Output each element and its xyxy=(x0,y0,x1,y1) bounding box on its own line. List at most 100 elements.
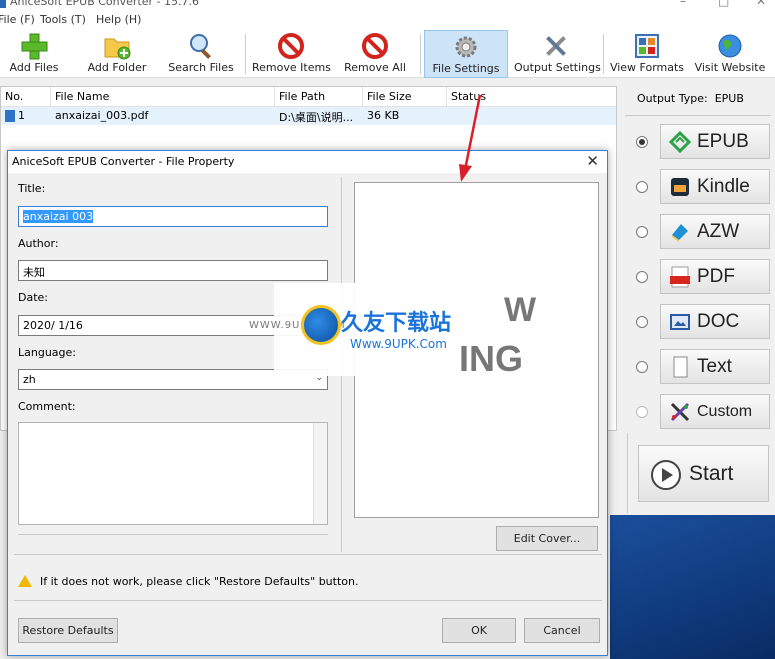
output-settings-button[interactable]: Output Settings xyxy=(514,30,601,78)
menu-tools[interactable]: Tools (T) xyxy=(40,13,86,26)
radio-kindle[interactable] xyxy=(636,181,648,193)
table-row[interactable]: 1 anxaizai_003.pdf D:\桌面\说明... 36 KB xyxy=(1,107,616,125)
restore-defaults-button[interactable]: Restore Defaults xyxy=(18,618,118,643)
warning-icon xyxy=(18,575,32,587)
column-header-file-size[interactable]: File Size xyxy=(363,87,447,107)
formats-icon xyxy=(635,34,659,58)
format-epub-label: EPUB xyxy=(697,131,749,152)
format-kindle-label: Kindle xyxy=(697,176,750,197)
date-label: Date: xyxy=(18,291,48,304)
search-icon xyxy=(190,34,211,59)
comment-scrollbar[interactable] xyxy=(313,423,327,524)
add-icon xyxy=(21,33,48,60)
remove-items-button[interactable]: Remove Items xyxy=(252,30,331,78)
menu-file[interactable]: File (F) xyxy=(0,13,35,26)
add-files-label: Add Files xyxy=(9,61,59,74)
visit-website-button[interactable]: Visit Website xyxy=(692,30,768,78)
column-header-no[interactable]: No. xyxy=(1,87,51,107)
title-bar: AniceSoft EPUB Converter - 15.7.6 – □ ✕ xyxy=(0,0,775,12)
divider xyxy=(14,554,602,555)
minimize-icon[interactable]: – xyxy=(680,0,686,8)
settings-icon xyxy=(455,36,477,58)
language-label: Language: xyxy=(18,346,76,359)
comment-textarea[interactable] xyxy=(18,422,328,525)
file-property-dialog: AniceSoft EPUB Converter - File Property… xyxy=(7,150,608,656)
ok-button[interactable]: OK xyxy=(442,618,516,643)
file-icon xyxy=(5,110,15,122)
kindle-icon xyxy=(671,178,689,196)
desktop-background xyxy=(610,515,775,659)
maximize-icon[interactable]: □ xyxy=(718,0,729,8)
dialog-title-bar: AniceSoft EPUB Converter - File Property… xyxy=(8,151,607,173)
format-epub-button[interactable]: EPUB xyxy=(660,124,770,159)
radio-doc[interactable] xyxy=(636,316,648,328)
start-button[interactable]: Start xyxy=(638,445,769,502)
start-label: Start xyxy=(689,462,734,485)
title-field[interactable]: anxaizai 003 xyxy=(18,206,328,227)
divider xyxy=(625,115,771,116)
format-text-label: Text xyxy=(697,356,732,377)
visit-website-label: Visit Website xyxy=(694,61,766,74)
format-azw-button[interactable]: AZW xyxy=(660,214,770,249)
output-settings-label: Output Settings xyxy=(514,61,601,74)
play-icon xyxy=(651,460,681,490)
format-custom-button[interactable]: Custom xyxy=(660,394,770,429)
search-files-button[interactable]: Search Files xyxy=(168,30,234,78)
row-file-path: D:\桌面\说明... xyxy=(279,111,354,124)
radio-epub[interactable] xyxy=(636,136,648,148)
watermark-ghost-text: W xyxy=(504,291,537,329)
add-folder-button[interactable]: Add Folder xyxy=(84,30,150,78)
author-label: Author: xyxy=(18,237,59,250)
divider xyxy=(627,433,628,513)
format-doc-button[interactable]: DOC xyxy=(660,304,770,339)
author-field[interactable]: 未知 xyxy=(18,260,328,281)
dialog-close-icon[interactable]: ✕ xyxy=(586,152,599,170)
edit-cover-button[interactable]: Edit Cover... xyxy=(496,526,598,551)
divider xyxy=(18,534,328,535)
dialog-title: AniceSoft EPUB Converter - File Property xyxy=(12,155,235,168)
search-files-label: Search Files xyxy=(168,61,234,74)
file-settings-label: File Settings xyxy=(432,62,500,75)
radio-custom[interactable] xyxy=(636,406,648,418)
file-settings-button[interactable]: File Settings xyxy=(424,30,508,78)
pdf-icon xyxy=(670,266,690,288)
custom-icon xyxy=(670,402,690,422)
watermark-ghost-text-2: ING xyxy=(459,338,524,379)
watermark-brand: 久友下载站 xyxy=(341,311,452,336)
text-icon xyxy=(673,356,688,378)
format-text-button[interactable]: Text xyxy=(660,349,770,384)
close-icon[interactable]: ✕ xyxy=(756,0,766,8)
divider xyxy=(14,600,602,601)
language-select-value: zh xyxy=(23,373,36,386)
format-kindle-button[interactable]: Kindle xyxy=(660,169,770,204)
format-custom-label: Custom xyxy=(697,403,753,420)
remove-items-label: Remove Items xyxy=(252,61,331,74)
azw-icon xyxy=(672,224,688,242)
radio-azw[interactable] xyxy=(636,226,648,238)
output-type-label: Output Type: EPUB xyxy=(637,92,744,105)
cancel-button[interactable]: Cancel xyxy=(524,618,600,643)
doc-icon xyxy=(670,314,690,330)
radio-pdf[interactable] xyxy=(636,271,648,283)
title-field-value: anxaizai 003 xyxy=(23,210,94,223)
format-pdf-label: PDF xyxy=(697,266,735,287)
output-type-value: EPUB xyxy=(714,92,744,105)
remove-all-icon xyxy=(362,33,388,59)
title-label: Title: xyxy=(18,182,46,195)
row-no: 1 xyxy=(18,109,25,122)
column-header-file-name[interactable]: File Name xyxy=(51,87,275,107)
toolbar: Add Files Add Folder Search Files Remove… xyxy=(0,30,775,78)
add-files-button[interactable]: Add Files xyxy=(4,30,64,78)
format-pdf-button[interactable]: PDF xyxy=(660,259,770,294)
menu-help[interactable]: Help (H) xyxy=(96,13,141,26)
folder-add-icon xyxy=(104,38,131,60)
column-header-file-path[interactable]: File Path xyxy=(275,87,363,107)
globe-icon xyxy=(718,34,742,58)
add-folder-label: Add Folder xyxy=(87,61,147,74)
remove-all-button[interactable]: Remove All xyxy=(342,30,408,78)
column-header-status[interactable]: Status xyxy=(447,87,616,107)
radio-text[interactable] xyxy=(636,361,648,373)
view-formats-button[interactable]: View Formats xyxy=(608,30,686,78)
row-file-size: 36 KB xyxy=(367,109,400,122)
remove-all-label: Remove All xyxy=(344,61,406,74)
